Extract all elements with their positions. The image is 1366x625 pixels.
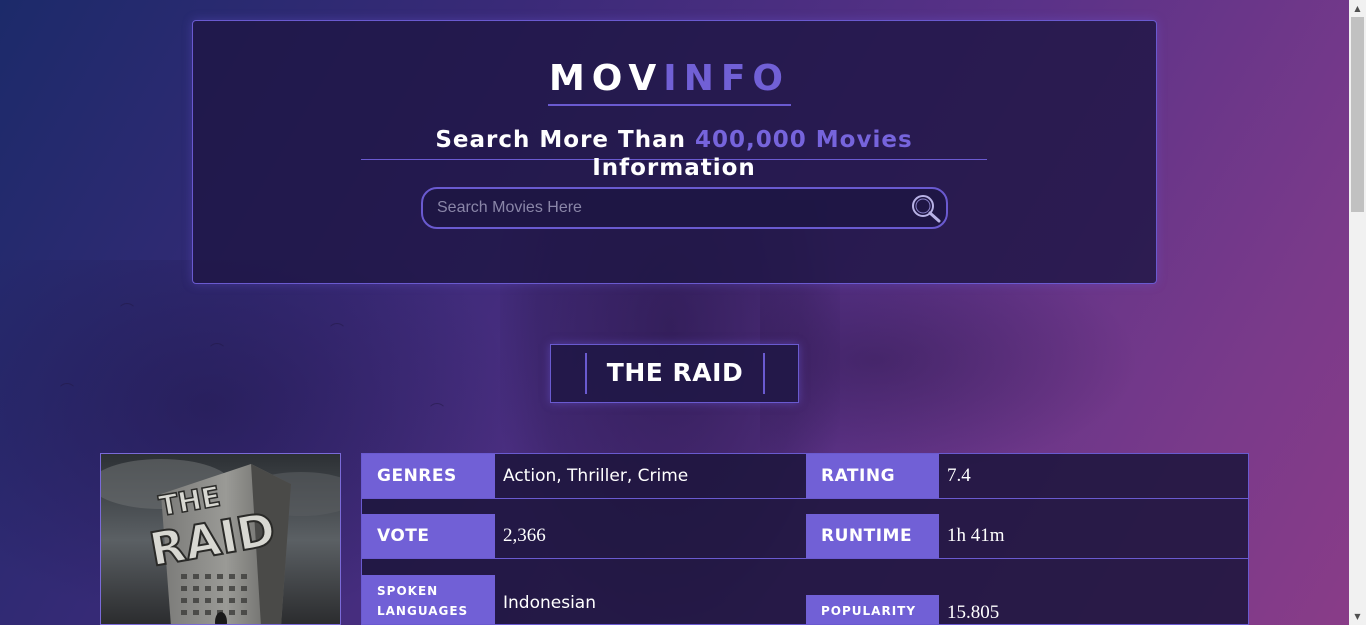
scrollbar-thumb[interactable]	[1351, 17, 1364, 212]
movie-title: THE RAID	[606, 358, 744, 387]
movie-title-box: THE RAID	[550, 344, 799, 403]
spoken-label-line2: LANGUAGES	[377, 603, 469, 618]
bird-decoration: ⌒	[210, 343, 224, 359]
movie-details-table: GENRES Action, Thriller, Crime RATING 7.…	[361, 453, 1249, 625]
vote-value: 2,366	[503, 525, 546, 546]
logo-part-info: INFO	[663, 58, 791, 99]
genres-value: Action, Thriller, Crime	[503, 466, 689, 486]
row-divider	[362, 558, 1248, 559]
tagline-highlight: 400,000 Movies	[695, 127, 913, 153]
runtime-label: RUNTIME	[806, 514, 939, 558]
title-divider-right	[763, 353, 765, 394]
bird-decoration: ⌒	[430, 403, 444, 419]
rating-label: RATING	[806, 454, 939, 498]
scroll-up-arrow-icon[interactable]: ▲	[1349, 0, 1366, 17]
rating-value: 7.4	[947, 465, 971, 486]
runtime-value: 1h 41m	[947, 525, 1005, 546]
site-logo[interactable]: MOVINFO	[548, 58, 791, 106]
search-input[interactable]	[437, 196, 897, 220]
bird-decoration: ⌒	[60, 383, 74, 399]
bird-decoration: ⌒	[330, 323, 344, 339]
search-icon[interactable]	[909, 193, 943, 223]
vote-label: VOTE	[362, 514, 495, 558]
spoken-label-line1: SPOKEN	[377, 583, 439, 598]
spoken-languages-value: Indonesian	[503, 593, 596, 613]
bird-decoration: ⌒	[120, 303, 134, 319]
genres-label: GENRES	[362, 454, 495, 498]
background-cape	[760, 280, 1140, 480]
page-scrollbar[interactable]: ▲ ▼	[1349, 0, 1366, 625]
spoken-languages-label: SPOKEN LANGUAGES	[362, 575, 495, 624]
popularity-label: POPULARITY	[806, 595, 939, 624]
search-bar	[421, 187, 948, 229]
row-divider	[362, 498, 1248, 499]
popularity-value: 15.805	[947, 602, 1000, 623]
scroll-down-arrow-icon[interactable]: ▼	[1349, 608, 1366, 625]
tagline: Search More Than 400,000 Movies Informat…	[361, 126, 987, 181]
movie-poster: THE RAID	[100, 453, 341, 625]
tagline-after: Information	[592, 155, 756, 181]
tagline-before: Search More Than	[435, 127, 686, 153]
logo-part-mov: MOV	[548, 58, 664, 99]
